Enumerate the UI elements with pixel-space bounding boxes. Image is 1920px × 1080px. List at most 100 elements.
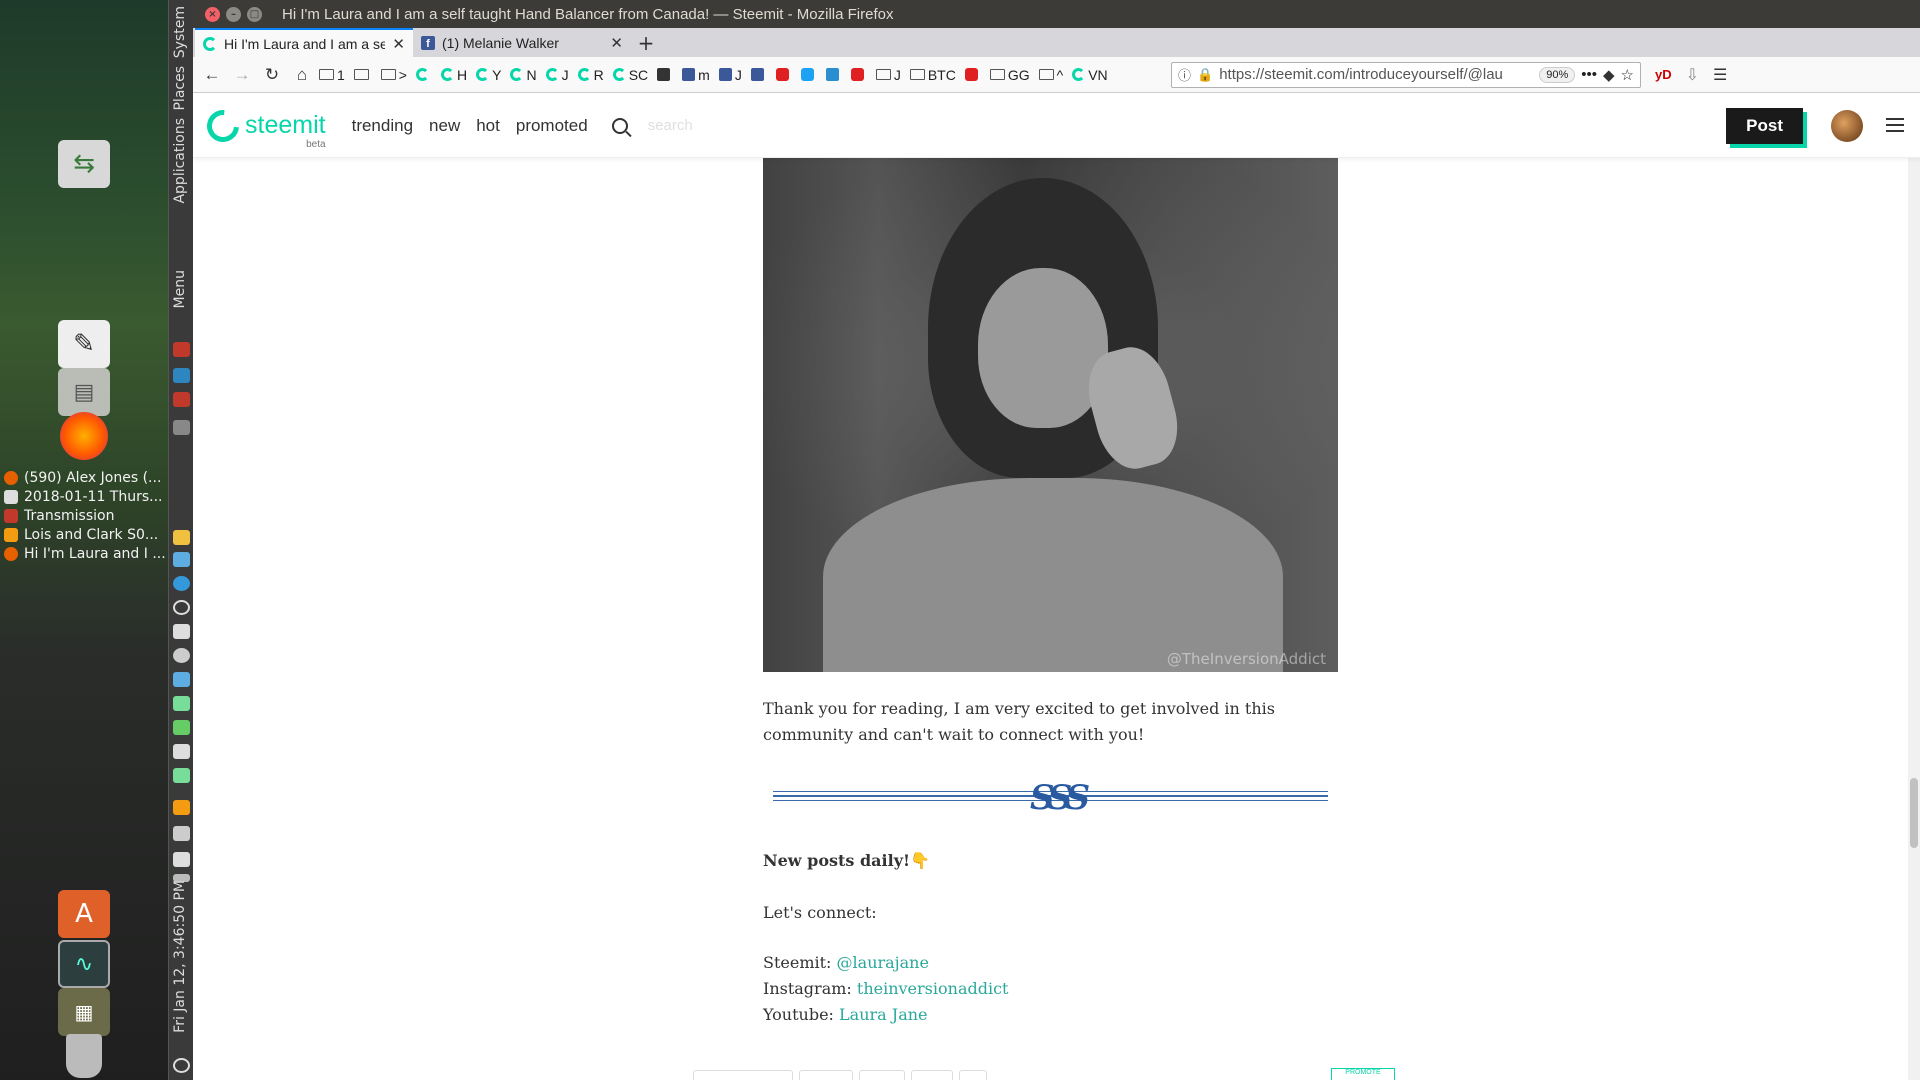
back-button[interactable]: ← bbox=[199, 62, 225, 88]
bookmark-item[interactable]: VN bbox=[1072, 67, 1108, 83]
close-icon[interactable]: ✕ bbox=[610, 34, 623, 52]
tag-pill[interactable] bbox=[693, 1070, 793, 1080]
app-icon[interactable] bbox=[173, 720, 190, 735]
promote-button[interactable]: PROMOTE bbox=[1331, 1068, 1395, 1080]
nav-trending[interactable]: trending bbox=[352, 116, 413, 136]
bookmark-item[interactable]: J bbox=[875, 67, 901, 83]
file-cabinet-icon[interactable]: ▤ bbox=[58, 368, 110, 416]
power-icon[interactable] bbox=[173, 600, 190, 615]
search-icon[interactable] bbox=[611, 117, 628, 134]
firefox-icon[interactable] bbox=[60, 412, 108, 460]
bookmark-item[interactable] bbox=[353, 69, 372, 80]
pocket-icon[interactable]: ◆ bbox=[1603, 66, 1615, 84]
software-center-icon[interactable]: A bbox=[58, 890, 110, 938]
bookmark-item[interactable] bbox=[964, 68, 981, 81]
bookmark-item[interactable]: J bbox=[718, 67, 742, 83]
app-icon[interactable] bbox=[173, 530, 190, 545]
bookmark-item[interactable]: N bbox=[510, 67, 537, 83]
forward-button[interactable]: → bbox=[229, 62, 255, 88]
transfer-icon[interactable] bbox=[173, 826, 190, 841]
nav-promoted[interactable]: promoted bbox=[516, 116, 588, 136]
app-icon[interactable] bbox=[173, 420, 190, 435]
bookmark-item[interactable]: SC bbox=[612, 67, 648, 83]
bookmark-item[interactable] bbox=[850, 68, 867, 81]
system-monitor-icon[interactable]: ∿ bbox=[58, 940, 110, 988]
tab-facebook[interactable]: f (1) Melanie Walker ✕ bbox=[413, 28, 631, 57]
bookmark-item[interactable]: ^ bbox=[1038, 67, 1063, 83]
power-icon[interactable] bbox=[173, 1058, 190, 1073]
app-icon[interactable] bbox=[173, 696, 190, 711]
bookmark-item[interactable]: 1 bbox=[319, 67, 345, 83]
youtube-link[interactable]: Laura Jane bbox=[839, 1005, 927, 1024]
bookmark-item[interactable]: m bbox=[682, 67, 710, 83]
steemit-link[interactable]: @laurajane bbox=[837, 953, 929, 972]
bookmark-item[interactable]: Y bbox=[476, 67, 501, 83]
instagram-link[interactable]: theinversionaddict bbox=[857, 979, 1009, 998]
scrollbar[interactable] bbox=[1908, 158, 1920, 1080]
hamburger-menu-icon[interactable] bbox=[1886, 118, 1904, 132]
nav-hot[interactable]: hot bbox=[476, 116, 500, 136]
applications-menu[interactable]: Applications bbox=[172, 118, 188, 204]
bookmark-item[interactable]: J bbox=[545, 67, 569, 83]
places-menu[interactable]: Places bbox=[172, 66, 188, 111]
maximize-window-button[interactable]: □ bbox=[247, 6, 262, 22]
download-icon[interactable]: ⇩ bbox=[1686, 65, 1699, 85]
volume-icon[interactable] bbox=[173, 852, 190, 867]
menu-button[interactable]: Menu bbox=[172, 270, 188, 308]
bookmark-item[interactable] bbox=[750, 68, 767, 81]
task-item[interactable]: Lois and Clark S0... bbox=[4, 525, 166, 544]
tag-pill[interactable] bbox=[911, 1070, 953, 1080]
bookmark-item[interactable] bbox=[825, 68, 842, 81]
task-item[interactable]: Hi I'm Laura and I ... bbox=[4, 544, 166, 563]
vlc-icon[interactable] bbox=[173, 800, 190, 815]
app-icon[interactable] bbox=[173, 342, 190, 357]
page-actions-icon[interactable]: ••• bbox=[1581, 66, 1597, 83]
extension-icon[interactable]: yD bbox=[1655, 67, 1672, 82]
nav-new[interactable]: new bbox=[429, 116, 460, 136]
home-button[interactable]: ⌂ bbox=[289, 62, 315, 88]
search-input[interactable] bbox=[647, 117, 848, 134]
tag-pill[interactable] bbox=[959, 1070, 987, 1080]
bookmark-item[interactable]: BTC bbox=[909, 67, 956, 83]
scrollbar-thumb[interactable] bbox=[1910, 778, 1918, 848]
lock-icon[interactable]: 🔒 bbox=[1197, 67, 1213, 83]
app-icon[interactable] bbox=[173, 648, 190, 663]
app-icon[interactable] bbox=[173, 672, 190, 687]
tab-steemit[interactable]: Hi I'm Laura and I am a se ✕ bbox=[195, 28, 413, 57]
menu-icon[interactable]: ☰ bbox=[1713, 65, 1727, 85]
close-icon[interactable]: ✕ bbox=[392, 35, 405, 53]
close-window-button[interactable]: × bbox=[205, 6, 220, 22]
bookmark-item[interactable] bbox=[415, 68, 432, 81]
task-item[interactable]: Transmission bbox=[4, 506, 166, 525]
bookmark-item[interactable]: R bbox=[577, 67, 604, 83]
post-button[interactable]: Post bbox=[1726, 108, 1803, 144]
tag-pill[interactable] bbox=[859, 1070, 905, 1080]
url-bar[interactable]: ⓘ 🔒 https://steemit.com/introduceyoursel… bbox=[1171, 61, 1641, 88]
bookmark-item[interactable] bbox=[657, 68, 673, 81]
network-icon[interactable] bbox=[173, 576, 190, 591]
info-icon[interactable]: ⓘ bbox=[1178, 65, 1191, 84]
url-text[interactable]: https://steemit.com/introduceyourself/@l… bbox=[1219, 66, 1533, 83]
clock[interactable]: Fri Jan 12, 3:46:50 PM bbox=[172, 880, 188, 1033]
task-item[interactable]: 2018-01-11 Thurs... bbox=[4, 487, 166, 506]
text-editor-icon[interactable]: ✎ bbox=[58, 320, 110, 368]
user-icon[interactable] bbox=[173, 624, 190, 639]
new-tab-button[interactable]: + bbox=[631, 28, 661, 57]
bookmark-item[interactable]: GG bbox=[989, 67, 1030, 83]
system-menu[interactable]: System bbox=[172, 6, 188, 58]
app-icon[interactable] bbox=[173, 552, 190, 567]
avatar[interactable] bbox=[1831, 110, 1863, 142]
app-icon[interactable] bbox=[173, 768, 190, 783]
bookmark-item[interactable]: > bbox=[380, 67, 407, 83]
tag-pill[interactable] bbox=[799, 1070, 853, 1080]
bookmark-item[interactable] bbox=[775, 68, 792, 81]
trash-icon[interactable] bbox=[66, 1034, 102, 1078]
zoom-indicator[interactable]: 90% bbox=[1539, 66, 1576, 83]
post-photo[interactable]: @TheInversionAddict bbox=[763, 158, 1338, 672]
user-icon[interactable] bbox=[173, 744, 190, 759]
workspace-switcher-icon[interactable]: ▦ bbox=[58, 988, 110, 1036]
task-item[interactable]: (590) Alex Jones (... bbox=[4, 468, 166, 487]
file-switch-icon[interactable]: ⇆ bbox=[58, 140, 110, 188]
steemit-logo[interactable]: steemit beta bbox=[200, 102, 326, 150]
bookmark-item[interactable] bbox=[800, 68, 817, 81]
